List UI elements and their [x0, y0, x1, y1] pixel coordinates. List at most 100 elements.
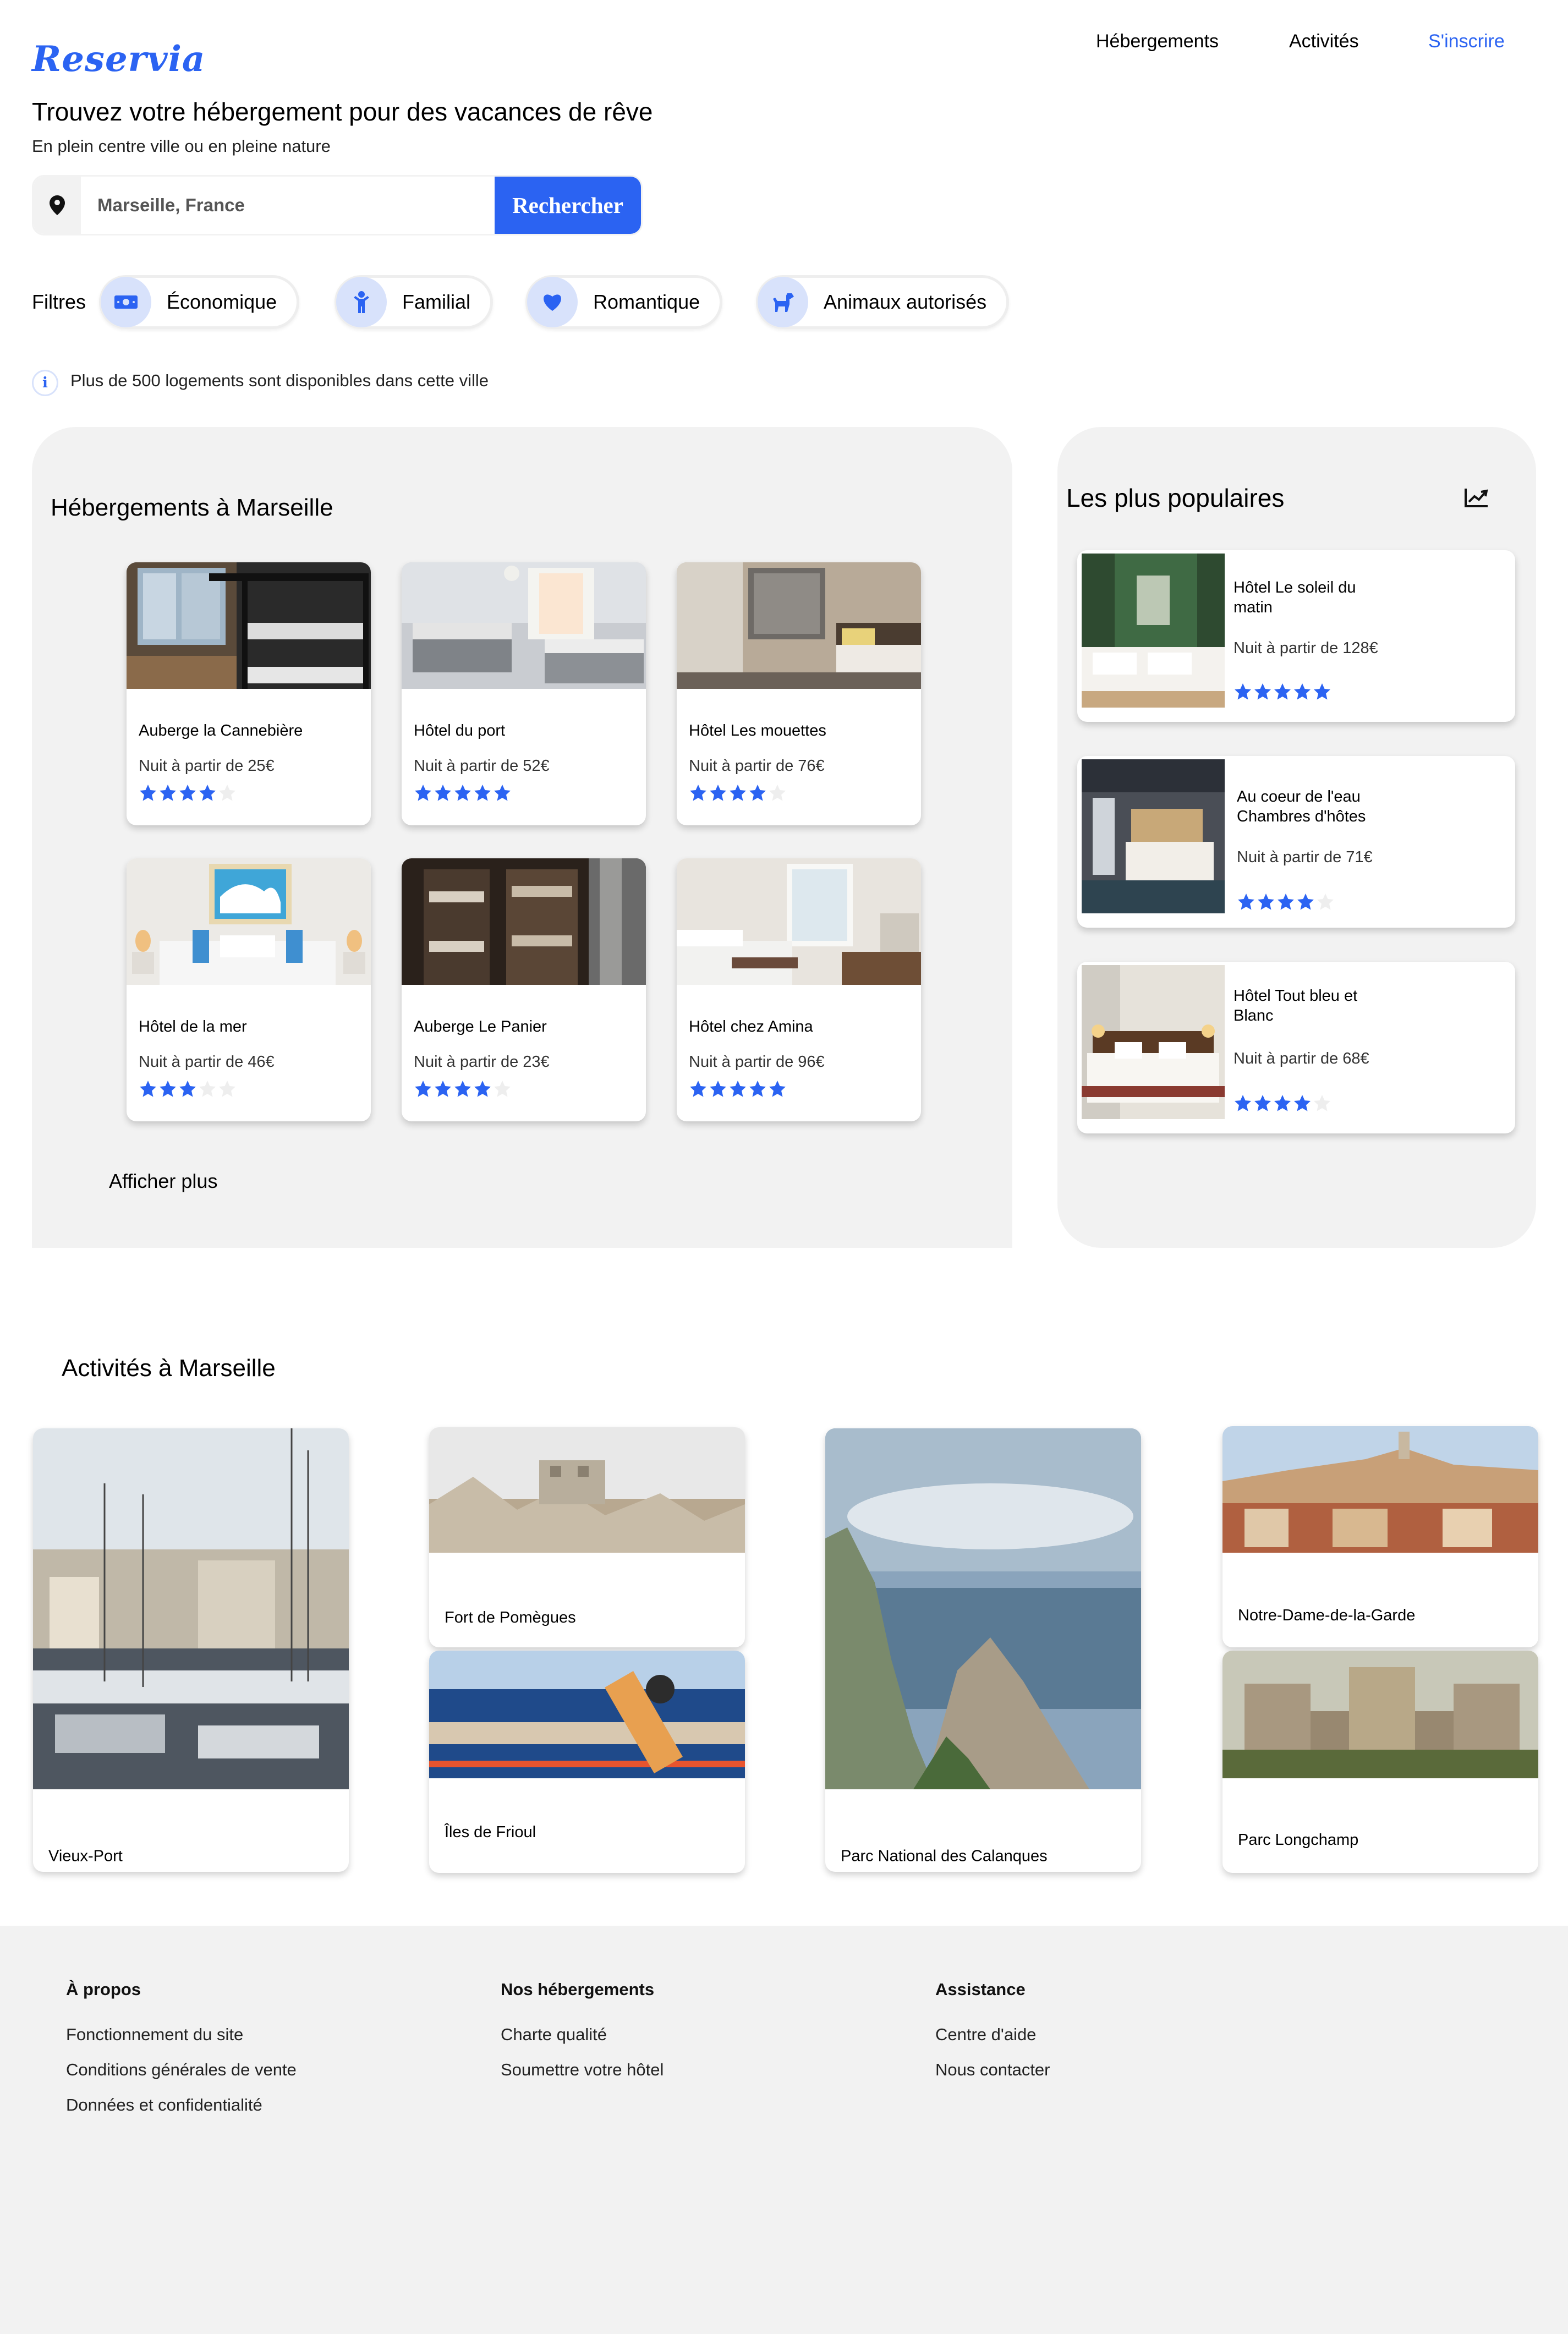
star-filled-icon: [435, 1081, 451, 1097]
star-empty-icon: [199, 1081, 216, 1097]
star-filled-icon: [474, 1081, 491, 1097]
activity-card[interactable]: Notre-Dame-de-la-Garde: [1222, 1426, 1538, 1647]
star-filled-icon: [1314, 683, 1330, 700]
trending-icon: [1465, 487, 1489, 507]
activity-card[interactable]: Fort de Pomègues: [429, 1427, 745, 1647]
activity-photo: [825, 1428, 1141, 1789]
activity-label: Îles de Frioul: [445, 1823, 536, 1841]
rating-stars: [414, 1080, 512, 1098]
hotel-price: Nuit à partir de 25€: [139, 757, 275, 775]
filter-label: Animaux autorisés: [824, 291, 987, 313]
info-text: Plus de 500 logements sont disponibles d…: [70, 371, 489, 390]
hebergement-card[interactable]: Hôtel de la mer Nuit à partir de 46€: [127, 858, 371, 1121]
star-filled-icon: [1254, 683, 1271, 700]
rating-stars: [689, 1080, 787, 1098]
activity-card[interactable]: Parc Longchamp: [1222, 1651, 1538, 1873]
hebergement-card[interactable]: Auberge la Cannebière Nuit à partir de 2…: [127, 562, 371, 825]
footer-link[interactable]: Soumettre votre hôtel: [501, 2060, 664, 2080]
hotel-name: Au coeur de l'eau Chambres d'hôtes: [1237, 788, 1366, 825]
nav-signup[interactable]: S'inscrire: [1428, 31, 1505, 52]
rating-stars: [139, 1080, 237, 1098]
hotel-name: Hôtel Le soleil du matin: [1233, 579, 1356, 616]
activity-photo: [1222, 1426, 1538, 1553]
filter-label: Économique: [167, 291, 277, 313]
filter-label: Romantique: [593, 291, 700, 313]
star-filled-icon: [769, 1081, 786, 1097]
activity-card[interactable]: Îles de Frioul: [429, 1651, 745, 1873]
star-filled-icon: [1238, 894, 1254, 910]
star-filled-icon: [710, 785, 726, 801]
star-filled-icon: [690, 785, 706, 801]
filter-animaux[interactable]: Animaux autorisés: [756, 275, 1010, 329]
footer-heading-apropos: À propos: [66, 1980, 141, 1999]
footer-link[interactable]: Conditions générales de vente: [66, 2060, 297, 2080]
activity-label: Vieux-Port: [48, 1847, 123, 1865]
star-filled-icon: [179, 1081, 196, 1097]
hotel-price: Nuit à partir de 23€: [414, 1053, 550, 1071]
hotel-photo: [1082, 965, 1225, 1119]
show-more-link[interactable]: Afficher plus: [109, 1170, 217, 1193]
hebergement-card[interactable]: Hôtel du port Nuit à partir de 52€: [402, 562, 646, 825]
hotel-name: Auberge Le Panier: [414, 1018, 547, 1035]
star-filled-icon: [1294, 683, 1311, 700]
popular-title: Les plus populaires: [1066, 484, 1285, 512]
filter-romantique[interactable]: Romantique: [525, 275, 723, 329]
footer-link[interactable]: Centre d'aide: [935, 2025, 1036, 2045]
hero-title: Trouvez votre hébergement pour des vacan…: [32, 97, 653, 126]
star-empty-icon: [769, 785, 786, 801]
star-filled-icon: [179, 785, 196, 801]
hotel-name: Hôtel Les mouettes: [689, 722, 826, 739]
star-filled-icon: [690, 1081, 706, 1097]
activity-photo: [33, 1428, 349, 1789]
star-filled-icon: [1278, 894, 1294, 910]
footer-link[interactable]: Fonctionnement du site: [66, 2025, 243, 2045]
filters-label: Filtres: [32, 291, 86, 313]
star-filled-icon: [1235, 683, 1251, 700]
star-empty-icon: [1314, 1095, 1330, 1111]
search-input[interactable]: [81, 177, 495, 234]
activity-photo: [429, 1427, 745, 1553]
info-icon: i: [32, 370, 58, 396]
rating-stars: [1237, 892, 1335, 911]
hotel-photo: [402, 562, 646, 689]
hotel-name: Hôtel Tout bleu et Blanc: [1233, 987, 1358, 1024]
heart-icon: [527, 277, 578, 327]
search-button[interactable]: Rechercher: [495, 177, 641, 234]
activity-card[interactable]: Vieux-Port: [33, 1428, 349, 1872]
activity-photo: [1222, 1651, 1538, 1778]
rating-stars: [139, 784, 237, 802]
popular-card[interactable]: Hôtel Le soleil du matin Nuit à partir d…: [1077, 550, 1515, 722]
hebergement-card[interactable]: Hôtel Les mouettes Nuit à partir de 76€: [677, 562, 921, 825]
star-filled-icon: [415, 785, 431, 801]
footer-link[interactable]: Charte qualité: [501, 2025, 607, 2045]
star-filled-icon: [1274, 683, 1291, 700]
footer-link[interactable]: Données et confidentialité: [66, 2095, 262, 2115]
star-filled-icon: [454, 1081, 471, 1097]
star-filled-icon: [474, 785, 491, 801]
money-icon: [101, 277, 151, 327]
filter-economique[interactable]: Économique: [99, 275, 300, 329]
hebergement-card[interactable]: Auberge Le Panier Nuit à partir de 23€: [402, 858, 646, 1121]
hotel-photo: [127, 562, 371, 689]
rating-stars: [1233, 1094, 1331, 1113]
star-filled-icon: [199, 785, 216, 801]
popular-card[interactable]: Hôtel Tout bleu et Blanc Nuit à partir d…: [1077, 962, 1515, 1133]
star-filled-icon: [1294, 1095, 1311, 1111]
nav-hebergements[interactable]: Hébergements: [1096, 31, 1219, 52]
star-empty-icon: [219, 785, 235, 801]
hotel-price: Nuit à partir de 96€: [689, 1053, 825, 1071]
filter-familial[interactable]: Familial: [335, 275, 494, 329]
hotel-photo: [1082, 554, 1225, 708]
star-filled-icon: [160, 785, 176, 801]
filter-label: Familial: [402, 291, 471, 313]
activity-label: Notre-Dame-de-la-Garde: [1238, 1607, 1416, 1624]
hebergement-card[interactable]: Hôtel chez Amina Nuit à partir de 96€: [677, 858, 921, 1121]
nav-activites[interactable]: Activités: [1289, 31, 1359, 52]
popular-card[interactable]: Au coeur de l'eau Chambres d'hôtes Nuit …: [1077, 756, 1515, 928]
hotel-name: Hôtel de la mer: [139, 1018, 247, 1035]
footer-link[interactable]: Nous contacter: [935, 2060, 1050, 2080]
logo[interactable]: Reservia: [32, 39, 205, 80]
star-filled-icon: [1258, 894, 1274, 910]
activities-title: Activités à Marseille: [62, 1355, 276, 1382]
activity-card[interactable]: Parc National des Calanques: [825, 1428, 1141, 1872]
